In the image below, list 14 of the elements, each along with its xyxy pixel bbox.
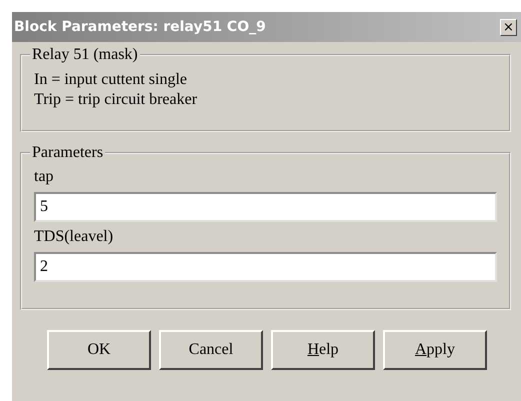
dialog-button[interactable]: Apply bbox=[383, 330, 487, 370]
close-button[interactable]: × bbox=[500, 18, 517, 36]
window-title: Block Parameters: relay51 CO_9 bbox=[14, 19, 266, 35]
dialog-button[interactable]: Cancel bbox=[159, 330, 263, 370]
description-text: In = input cuttent single bbox=[34, 70, 188, 90]
dialog-button[interactable]: OK bbox=[47, 330, 151, 370]
input-field[interactable]: 2 bbox=[34, 252, 497, 282]
field-label: TDS(leavel) bbox=[34, 228, 114, 246]
input-field[interactable]: 5 bbox=[34, 192, 497, 222]
field-label: tap bbox=[34, 168, 55, 186]
dialog-button[interactable]: Help bbox=[271, 330, 375, 370]
group-title: Parameters bbox=[31, 144, 104, 162]
description-text: Trip = trip circuit breaker bbox=[34, 90, 198, 110]
group-title: Relay 51 (mask) bbox=[31, 46, 139, 64]
